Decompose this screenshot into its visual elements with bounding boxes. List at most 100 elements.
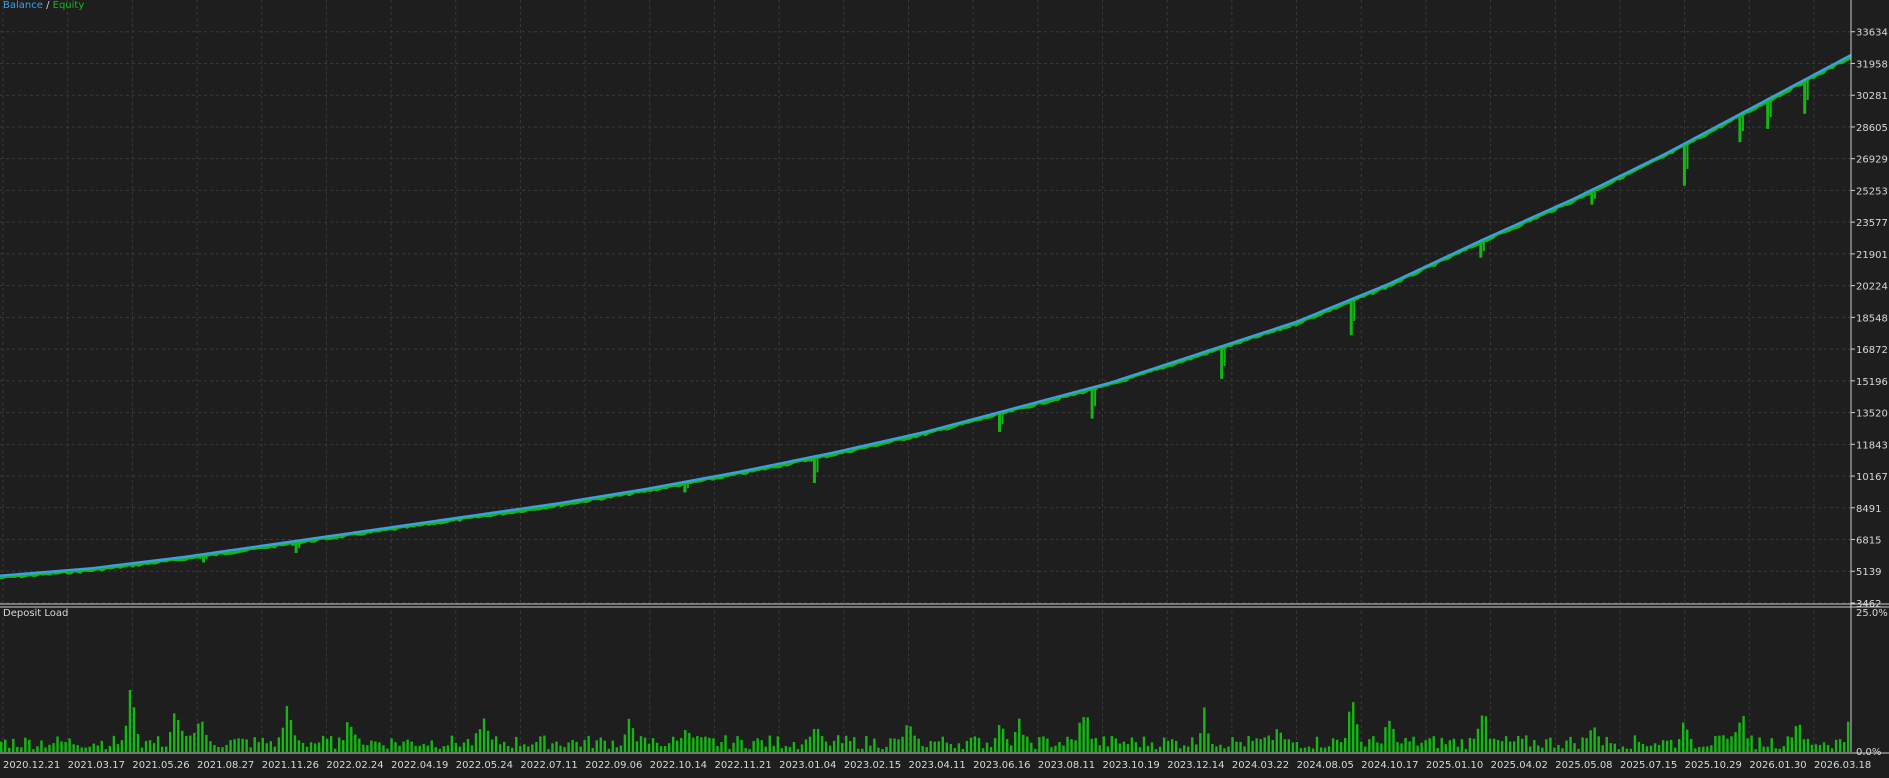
deposit-load-bar [1424,740,1427,752]
deposit-load-bar [24,737,27,752]
deposit-load-bar [410,741,413,752]
deposit-load-bar [1621,746,1625,752]
deposit-load-bar [1472,738,1476,752]
deposit-load-bar [1508,741,1512,752]
deposit-load-bar [889,738,892,752]
deposit-load-bar [655,742,659,752]
deposit-load-bar [1026,736,1029,752]
deposit-load-bar [1641,744,1645,752]
deposit-load-bar [1239,741,1242,752]
deposit-load-bar [1235,741,1238,752]
deposit-load-bar [1790,737,1794,752]
x-tick-label: 2024.08.05 [1297,760,1354,771]
deposit-load-bar [796,749,800,752]
deposit-load-bar [961,749,965,752]
deposit-load-bar [4,739,7,752]
deposit-load-bar [96,745,99,752]
deposit-load-bar [1086,717,1089,752]
x-tick-label: 2023.10.19 [1103,760,1160,771]
x-tick-label: 2023.12.14 [1167,760,1224,771]
deposit-load-bar [173,713,176,752]
legend-balance-label: Balance [3,0,43,11]
deposit-load-bar [921,746,924,752]
deposit-load-bar [559,745,562,752]
deposit-load-bar [965,740,969,752]
x-tick-label: 2023.02.15 [844,760,901,771]
deposit-load-bar [1738,722,1741,752]
deposit-load-bar [1710,745,1713,752]
deposit-load-bar [1637,741,1641,752]
deposit-load-bar [1174,740,1178,752]
deposit-load-bar [1645,746,1649,752]
deposit-load-bar [1657,744,1661,752]
deposit-load-bar [289,719,293,752]
deposit-load-bar [812,728,816,752]
deposit-load-bar [462,742,466,752]
deposit-load-bar [269,741,273,752]
deposit-load-bar [1042,736,1045,752]
deposit-load-bar [1661,740,1665,752]
deposit-load-bar [72,744,75,752]
deposit-load-bar [696,735,699,752]
deposit-load-bar [169,732,172,752]
deposit-load-bar [1722,735,1725,752]
deposit-load-bar [1545,739,1548,752]
x-tick-label: 2025.05.08 [1555,760,1612,771]
deposit-load-bar [1082,717,1085,752]
deposit-load-bar [1303,747,1307,752]
y-tick-label: 16872 [1856,345,1888,356]
deposit-load-bar [1649,745,1653,752]
deposit-load-bar [1673,747,1677,752]
y-tick-label: 31958 [1856,59,1888,70]
deposit-load-bar [438,748,442,752]
deposit-load-bar [607,748,611,752]
deposit-load-bar [1315,736,1319,752]
deposit-load-bar [1323,747,1327,752]
deposit-load-bar [780,748,784,752]
deposit-load-bar [744,748,747,752]
deposit-load-bar [1183,745,1186,752]
deposit-load-bar [1327,746,1331,752]
deposit-load-bar [756,738,759,752]
y-tick-label: 21901 [1856,250,1888,261]
deposit-load-bar [1597,736,1600,752]
deposit-load-bar [1420,742,1423,752]
deposit-load-bar [820,736,824,752]
deposit-load-bar [1066,736,1069,752]
y-tick-label: 23577 [1856,218,1888,229]
deposit-load-bar [358,738,361,752]
deposit-load-bar [1038,737,1041,752]
deposit-load-bar [1521,738,1524,752]
deposit-load-bar [386,748,389,752]
deposit-load-bar [1126,744,1130,752]
y-tick-label: 5139 [1856,567,1881,578]
grid-layer [0,0,1851,752]
deposit-load-bar [1014,732,1017,752]
deposit-load-bar [1758,737,1761,752]
deposit-load-bar [1243,746,1246,752]
deposit-load-bar [100,740,103,752]
deposit-load-bar [189,735,192,752]
deposit-load-bar [1766,746,1769,752]
deposit-load-bar [281,727,285,752]
deposit-load-bar [354,734,357,752]
deposit-load-bar [92,743,95,752]
deposit-load-bar [1581,737,1584,752]
deposit-load-bar [1625,748,1629,752]
deposit-load-bar [346,722,349,752]
deposit-load-bar [1565,740,1568,752]
deposit-load-bar [1440,737,1443,752]
deposit-load-bar [1299,748,1303,752]
deposit-load-bar [977,737,981,752]
strategy-tester-graph: Balance / Equity Deposit Load 3462 5139 68… [0,0,1889,774]
x-tick-label: 2022.11.21 [714,760,771,771]
deposit-load-bar [1448,740,1452,752]
deposit-load-bar [639,736,643,752]
deposit-load-bar [688,732,691,752]
deposit-load-bar [1005,739,1009,752]
y-tick-label: 8491 [1856,504,1881,515]
deposit-load-bar [1364,746,1367,752]
deposit-load-bar [1331,738,1335,752]
deposit-load-bar [1822,742,1826,752]
deposit-load-bar [1496,739,1500,752]
